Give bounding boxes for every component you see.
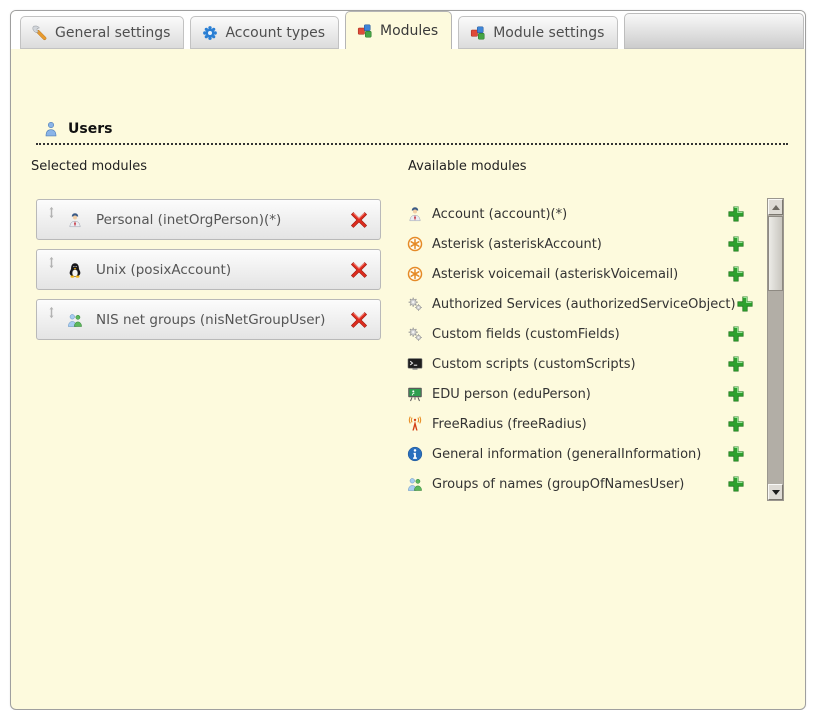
- add-icon: [727, 445, 745, 463]
- selected-module-row[interactable]: Unix (posixAccount): [36, 249, 381, 290]
- available-module-row: General information (generalInformation): [407, 439, 745, 469]
- remove-module-button[interactable]: [350, 311, 368, 329]
- add-module-button[interactable]: [736, 295, 754, 313]
- tab-general-settings[interactable]: General settings: [20, 16, 184, 49]
- add-icon: [727, 385, 745, 403]
- add-icon: [727, 235, 745, 253]
- tab-account-types[interactable]: Account types: [190, 16, 339, 49]
- add-icon: [727, 265, 745, 283]
- add-icon: [736, 295, 754, 313]
- modules-cubes-icon: [470, 25, 486, 41]
- info-icon: [407, 446, 423, 462]
- remove-icon: [350, 211, 368, 229]
- scrollbar-thumb[interactable]: [768, 216, 783, 291]
- available-modules-scrollbar[interactable]: [767, 198, 784, 501]
- available-modules-list: Account (account)(*) Asterisk (asteriskA…: [407, 199, 745, 499]
- tab-module-settings[interactable]: Module settings: [458, 16, 618, 49]
- users-section-header: Users: [43, 121, 112, 137]
- add-module-button[interactable]: [727, 265, 745, 283]
- gears-icon: [407, 326, 423, 342]
- add-module-button[interactable]: [727, 355, 745, 373]
- gears-icon: [407, 296, 423, 312]
- add-icon: [727, 355, 745, 373]
- add-module-button[interactable]: [727, 475, 745, 493]
- section-divider: [36, 143, 788, 145]
- tab-modules[interactable]: Modules: [345, 11, 452, 49]
- add-icon: [727, 475, 745, 493]
- wrench-icon: [32, 25, 48, 41]
- blackboard-icon: [407, 386, 423, 402]
- selected-modules-heading: Selected modules: [31, 159, 147, 174]
- remove-icon: [350, 311, 368, 329]
- available-module-row: Account (account)(*): [407, 199, 745, 229]
- scrollbar-up-button[interactable]: [768, 199, 783, 215]
- modules-cubes-icon: [357, 23, 373, 39]
- selected-module-row[interactable]: NIS net groups (nisNetGroupUser): [36, 299, 381, 340]
- add-module-button[interactable]: [727, 445, 745, 463]
- add-module-button[interactable]: [727, 415, 745, 433]
- available-module-row: Custom fields (customFields): [407, 319, 745, 349]
- person-icon: [407, 206, 423, 222]
- add-module-button[interactable]: [727, 235, 745, 253]
- selected-module-row[interactable]: Personal (inetOrgPerson)(*): [36, 199, 381, 240]
- drag-handle-icon[interactable]: [45, 206, 58, 219]
- add-icon: [727, 415, 745, 433]
- add-module-button[interactable]: [727, 385, 745, 403]
- arrow-up-icon: [772, 205, 780, 210]
- person-icon: [67, 212, 83, 228]
- scrollbar-down-button[interactable]: [768, 484, 783, 500]
- account-types-gear-icon: [202, 25, 218, 41]
- remove-module-button[interactable]: [350, 211, 368, 229]
- add-module-button[interactable]: [727, 205, 745, 223]
- section-title: Users: [68, 121, 112, 137]
- available-module-row: Authorized Services (authorizedServiceOb…: [407, 289, 745, 319]
- add-icon: [727, 325, 745, 343]
- selected-modules-list: Personal (inetOrgPerson)(*) Unix (posixA…: [36, 199, 381, 349]
- available-module-row: Asterisk (asteriskAccount): [407, 229, 745, 259]
- group-icon: [67, 312, 83, 328]
- add-icon: [727, 205, 745, 223]
- available-module-row: FreeRadius (freeRadius): [407, 409, 745, 439]
- available-module-row: Custom scripts (customScripts): [407, 349, 745, 379]
- available-modules-heading: Available modules: [408, 159, 526, 174]
- asterisk-icon: [407, 236, 423, 252]
- tab-bar: General settings Account types Modules M…: [11, 11, 805, 49]
- group-icon: [407, 476, 423, 492]
- available-module-row: EDU person (eduPerson): [407, 379, 745, 409]
- modules-tab-content: Users Selected modules Available modules…: [11, 49, 805, 689]
- add-module-button[interactable]: [727, 325, 745, 343]
- tab-bar-filler: [624, 13, 804, 49]
- drag-handle-icon[interactable]: [45, 306, 58, 319]
- terminal-icon: [407, 356, 423, 372]
- available-module-row: Groups of names (groupOfNamesUser): [407, 469, 745, 499]
- antenna-icon: [407, 416, 423, 432]
- configuration-panel: General settings Account types Modules M…: [10, 10, 806, 710]
- available-module-row: Asterisk voicemail (asteriskVoicemail): [407, 259, 745, 289]
- arrow-down-icon: [772, 490, 780, 495]
- tux-icon: [67, 262, 83, 278]
- drag-handle-icon[interactable]: [45, 256, 58, 269]
- user-icon: [43, 121, 59, 137]
- remove-module-button[interactable]: [350, 261, 368, 279]
- remove-icon: [350, 261, 368, 279]
- asterisk-icon: [407, 266, 423, 282]
